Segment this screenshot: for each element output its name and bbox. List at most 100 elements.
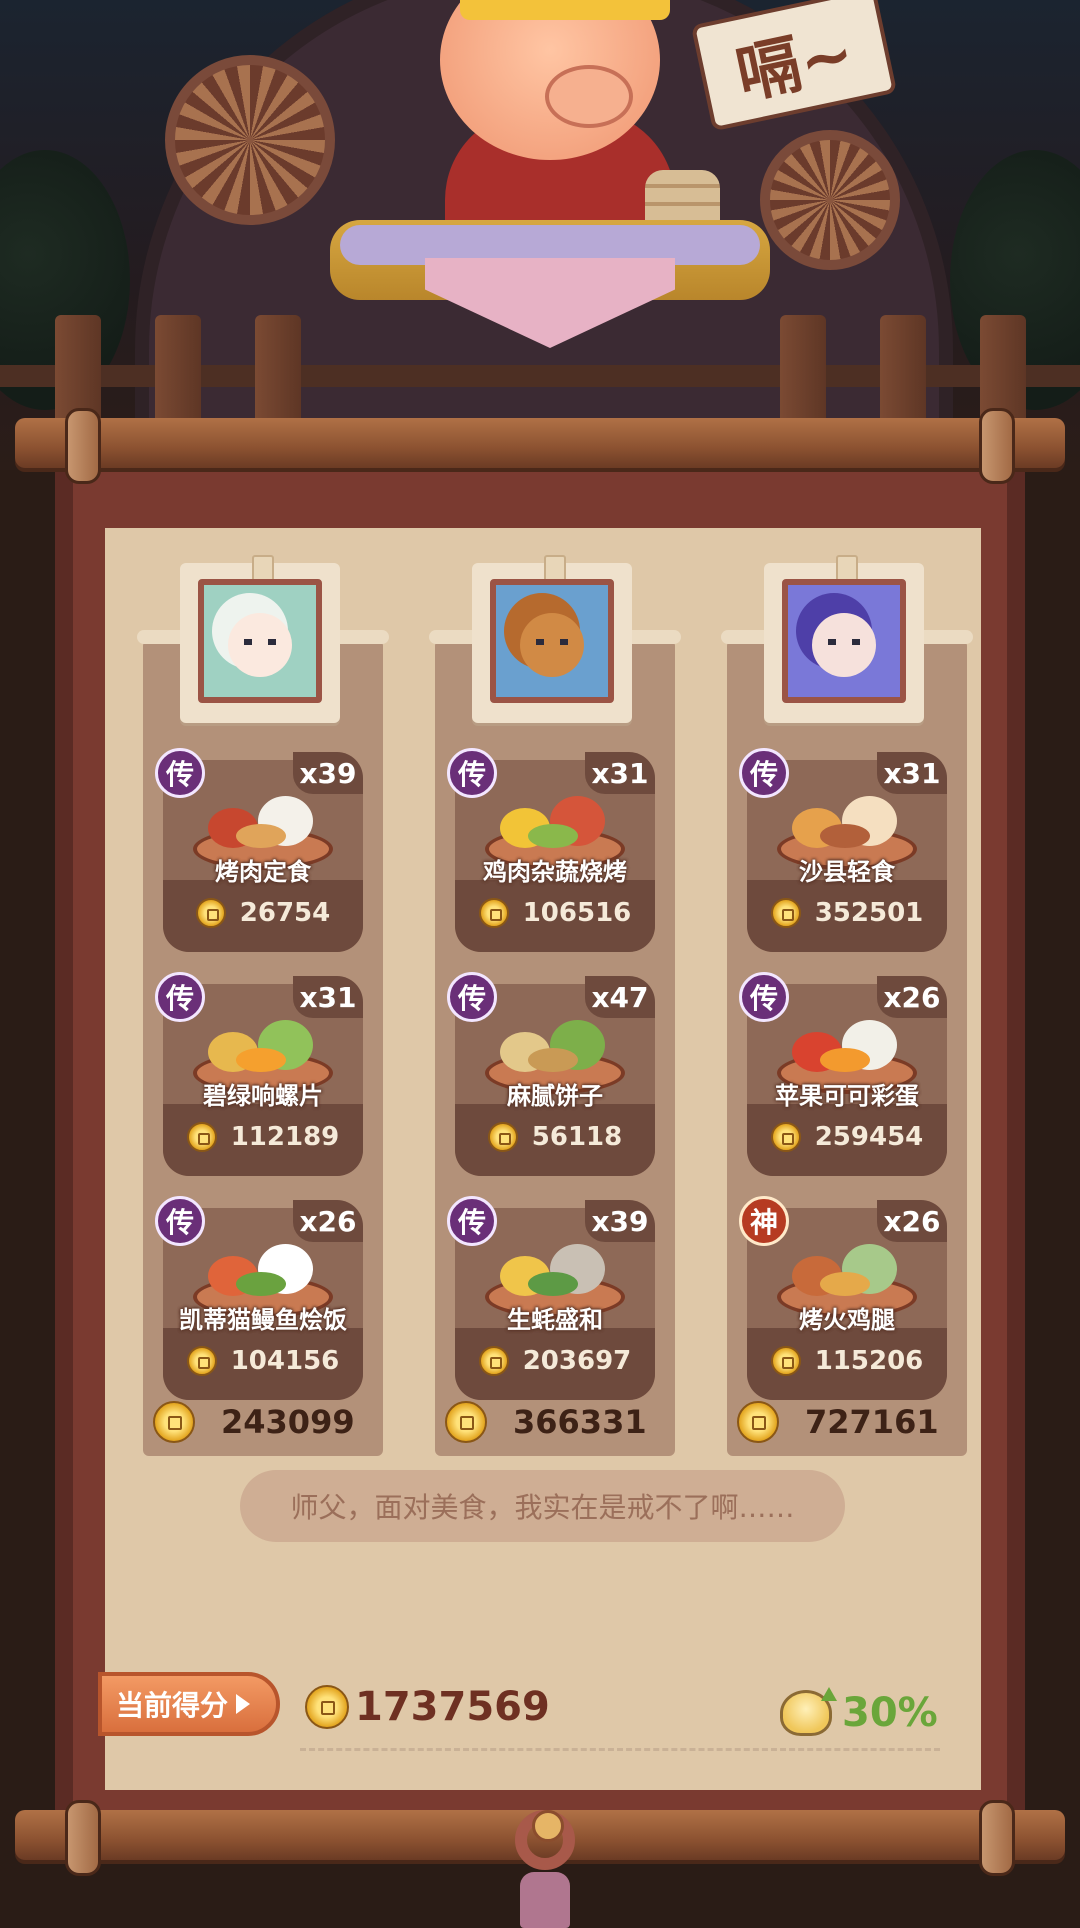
coin-icon: [478, 1346, 509, 1376]
current-score-tag: 当前得分: [98, 1672, 280, 1736]
dish-price: 26754: [163, 896, 363, 930]
dish-price: 56118: [455, 1120, 655, 1154]
dish-count: x47: [585, 976, 655, 1018]
character-quote: 师父，面对美食，我实在是戒不了啊……: [240, 1470, 845, 1542]
chef-column: 传 x31 沙县轻食 352501 传 x26 苹果可可彩蛋 259454 神 …: [721, 630, 973, 1456]
column-total-value: 727161: [805, 1403, 939, 1441]
dish-count: x26: [293, 1200, 363, 1242]
rarity-badge: 传: [447, 972, 497, 1022]
dish-card[interactable]: 神 x26 烤火鸡腿 115206: [739, 1196, 947, 1400]
dish-price: 259454: [747, 1120, 947, 1154]
dish-card[interactable]: 传 x31 鸡肉杂蔬烧烤 106516: [447, 748, 655, 952]
dish-price-value: 26754: [239, 898, 331, 928]
chef-column: 传 x31 鸡肉杂蔬烧烤 106516 传 x47 麻腻饼子 56118 传 x…: [429, 630, 681, 1456]
dish-count: x31: [293, 976, 363, 1018]
dish-count: x31: [877, 752, 947, 794]
purple-haired-character-avatar: [782, 579, 906, 703]
restaurant-scene: 嗝~: [0, 0, 1080, 470]
dish-name: 凯蒂猫鳗鱼烩饭: [179, 1306, 347, 1334]
chef-column: 传 x39 烤肉定食 26754 传 x31 碧绿响螺片 112189 传 x2…: [137, 630, 389, 1456]
dish-name: 烤肉定食: [215, 858, 311, 886]
dish-card[interactable]: 传 x31 沙县轻食 352501: [739, 748, 947, 952]
fan-left-icon: [165, 55, 335, 225]
coin-icon: [153, 1401, 195, 1443]
chinese-knot-ornament: [490, 1810, 600, 1928]
chef-portrait[interactable]: [764, 555, 924, 723]
dish-count: x31: [585, 752, 655, 794]
dish-count: x26: [877, 1200, 947, 1242]
pig-crown: [460, 0, 670, 20]
quote-text: 师父，面对美食，我实在是戒不了啊……: [290, 1491, 795, 1524]
fence: [0, 315, 1080, 425]
column-total-value: 366331: [513, 1403, 647, 1441]
dish-name: 沙县轻食: [799, 858, 895, 886]
coin-icon: [186, 1346, 217, 1376]
satiety-bonus: 30%: [780, 1687, 938, 1738]
score-value: 1737569: [355, 1684, 550, 1730]
dish-card[interactable]: 传 x26 凯蒂猫鳗鱼烩饭 104156: [155, 1196, 363, 1400]
dish-card[interactable]: 传 x26 苹果可可彩蛋 259454: [739, 972, 947, 1176]
coin-icon: [737, 1401, 779, 1443]
dish-price: 112189: [163, 1120, 363, 1154]
dish-name: 苹果可可彩蛋: [775, 1082, 919, 1110]
score-value-group: 1737569: [305, 1682, 550, 1732]
scroll-rod-top: [15, 408, 1065, 484]
rarity-badge: 传: [155, 748, 205, 798]
speech-sign-text: 嗝~: [730, 16, 861, 114]
dish-price-value: 203697: [522, 1346, 632, 1376]
column-total-value: 243099: [221, 1403, 355, 1441]
dish-card[interactable]: 传 x39 生蚝盛和 203697: [447, 1196, 655, 1400]
coin-icon: [445, 1401, 487, 1443]
divider: [300, 1748, 940, 1751]
dish-price: 104156: [163, 1344, 363, 1378]
chef-portrait[interactable]: [180, 555, 340, 723]
coin-icon: [186, 1122, 217, 1152]
dish-price-value: 104156: [230, 1346, 340, 1376]
rarity-badge: 传: [447, 748, 497, 798]
dish-price-value: 56118: [531, 1122, 623, 1152]
dish-name: 烤火鸡腿: [799, 1306, 895, 1334]
dish-name: 麻腻饼子: [507, 1082, 603, 1110]
column-total: 243099: [143, 1400, 383, 1444]
dish-price-value: 106516: [522, 898, 632, 928]
rarity-badge: 传: [155, 972, 205, 1022]
dish-count: x39: [585, 1200, 655, 1242]
full-belly-icon: [780, 1687, 837, 1736]
play-arrow-icon: [236, 1694, 251, 1714]
column-total: 366331: [435, 1400, 675, 1444]
dish-count: x26: [877, 976, 947, 1018]
coin-icon: [770, 1346, 801, 1376]
column-total: 727161: [727, 1400, 967, 1444]
dish-card[interactable]: 传 x31 碧绿响螺片 112189: [155, 972, 363, 1176]
white-haired-character-avatar: [198, 579, 322, 703]
dish-name: 鸡肉杂蔬烧烤: [483, 858, 627, 886]
bonus-percent: 30%: [842, 1690, 938, 1736]
coin-icon: [195, 898, 226, 928]
dish-price-value: 352501: [814, 898, 924, 928]
dish-card[interactable]: 传 x39 烤肉定食 26754: [155, 748, 363, 952]
rarity-badge: 传: [447, 1196, 497, 1246]
coin-icon: [305, 1685, 349, 1729]
dish-name: 生蚝盛和: [507, 1306, 603, 1334]
rarity-badge: 传: [155, 1196, 205, 1246]
coin-icon: [487, 1122, 518, 1152]
dish-price: 352501: [747, 896, 947, 930]
dish-price: 106516: [455, 896, 655, 930]
coin-icon: [770, 1122, 801, 1152]
rarity-badge: 传: [739, 748, 789, 798]
chef-portrait[interactable]: [472, 555, 632, 723]
pig-snout: [545, 65, 633, 128]
dish-price: 203697: [455, 1344, 655, 1378]
current-score-label: 当前得分: [116, 1689, 229, 1722]
dish-card[interactable]: 传 x47 麻腻饼子 56118: [447, 972, 655, 1176]
fan-right-icon: [760, 130, 900, 270]
dish-name: 碧绿响螺片: [203, 1082, 323, 1110]
rarity-badge: 神: [739, 1196, 789, 1246]
coin-icon: [770, 898, 801, 928]
coin-icon: [478, 898, 509, 928]
dish-price-value: 259454: [814, 1122, 924, 1152]
dish-price: 115206: [747, 1344, 947, 1378]
dish-count: x39: [293, 752, 363, 794]
dish-price-value: 112189: [230, 1122, 340, 1152]
bear-character-avatar: [490, 579, 614, 703]
